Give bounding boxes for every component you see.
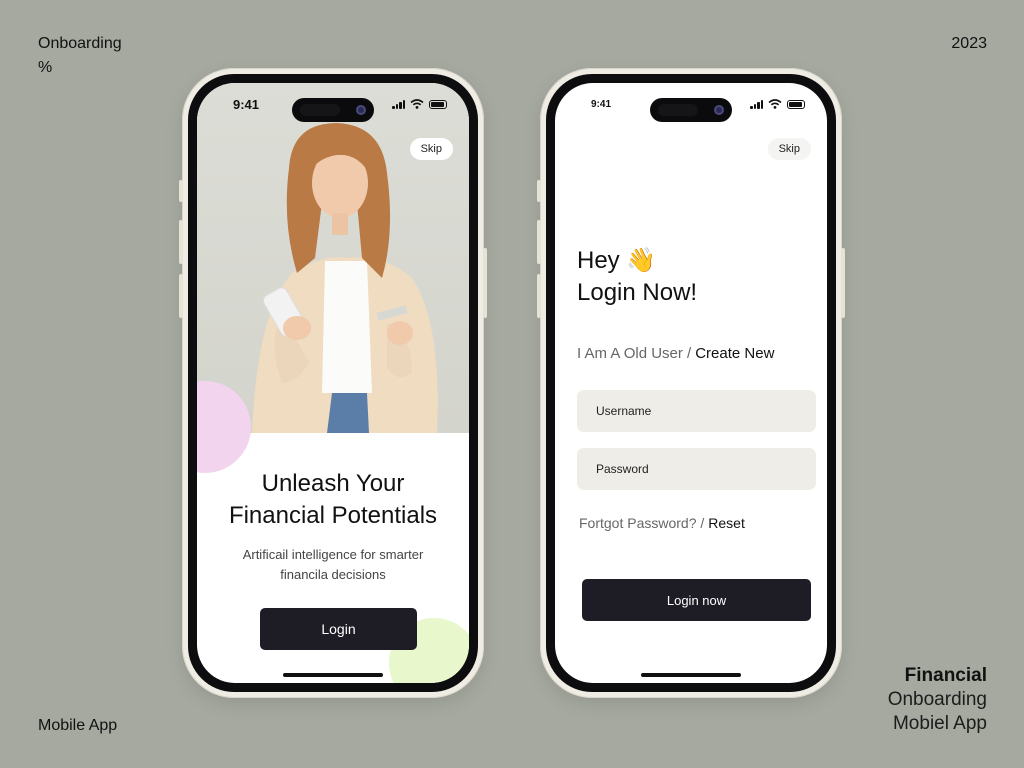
wifi-icon [410, 99, 424, 109]
onboarding-subtitle: Artificail intelligence for smarter fina… [227, 545, 439, 585]
username-input[interactable] [577, 390, 816, 432]
power-button [483, 248, 487, 318]
password-input[interactable] [577, 448, 816, 490]
side-button [179, 180, 183, 202]
phone-onboarding: 9:41 Skip Unleash Your Financial Potenti… [179, 68, 487, 698]
onboarding-label: Onboarding [38, 35, 122, 52]
top-left-label: Onboarding % [38, 32, 122, 80]
battery-icon [429, 99, 447, 109]
headline-line1: Unleash Your [261, 470, 405, 497]
woman-illustration [252, 123, 438, 433]
wifi-icon [768, 99, 782, 109]
phone-bezel: 9:41 Skip Hey 👋 Login Now! I Am A Old Us… [546, 74, 836, 692]
status-bar: 9:41 [555, 97, 827, 122]
headline-line2: Financial Potentials [228, 502, 438, 529]
login-now-button[interactable]: Login now [582, 579, 811, 621]
login-button[interactable]: Login [260, 608, 417, 650]
hero-photo [197, 83, 469, 433]
project-title-line1: Financial [904, 665, 987, 686]
camera-icon [714, 105, 724, 115]
subtitle-line1: Artificail intelligence for smarter [242, 547, 424, 562]
status-icons [392, 99, 447, 109]
forgot-password-text: Fortgot Password? / [579, 515, 705, 531]
battery-icon [787, 99, 805, 109]
login-now-title: Login Now! [577, 279, 698, 306]
side-button [537, 180, 541, 202]
phone-bezel: 9:41 Skip Unleash Your Financial Potenti… [188, 74, 478, 692]
onboarding-headline: Unleash Your Financial Potentials [197, 468, 469, 532]
dynamic-island [292, 98, 374, 122]
project-title-line3: Mobiel App [892, 713, 987, 734]
account-switch: I Am A Old User / Create New [577, 345, 774, 362]
subtitle-line2: financila decisions [280, 567, 386, 582]
onboarding-screen: 9:41 Skip Unleash Your Financial Potenti… [197, 83, 469, 683]
forgot-password-row: Fortgot Password? / Reset [579, 515, 745, 531]
reset-link[interactable]: Reset [708, 515, 745, 531]
volume-down-button [537, 274, 541, 318]
signal-icon [392, 99, 405, 109]
status-bar: 9:41 [197, 97, 469, 122]
home-indicator[interactable] [283, 673, 383, 677]
camera-icon [356, 105, 366, 115]
dynamic-island [650, 98, 732, 122]
login-screen: 9:41 Skip Hey 👋 Login Now! I Am A Old Us… [555, 83, 827, 683]
create-new-link[interactable]: Create New [695, 345, 774, 362]
percent-label: % [38, 59, 53, 76]
project-title-line2: Onboarding [887, 689, 987, 710]
login-heading: Hey 👋 Login Now! [577, 245, 697, 309]
skip-button[interactable]: Skip [409, 138, 453, 160]
project-title: Financial Onboarding Mobiel App [888, 664, 987, 736]
status-time: 9:41 [233, 97, 260, 112]
greeting-text: Hey 👋 [577, 247, 657, 274]
skip-button[interactable]: Skip [767, 138, 811, 160]
home-indicator[interactable] [641, 673, 741, 677]
volume-down-button [179, 274, 183, 318]
signal-icon [750, 99, 763, 109]
year-label: 2023 [951, 35, 987, 52]
mobile-app-label: Mobile App [38, 717, 118, 734]
status-icons [750, 99, 805, 109]
status-time: 9:41 [591, 99, 612, 110]
phone-login: 9:41 Skip Hey 👋 Login Now! I Am A Old Us… [537, 68, 845, 698]
volume-up-button [179, 220, 183, 264]
volume-up-button [537, 220, 541, 264]
old-user-text: I Am A Old User / [577, 345, 692, 362]
power-button [841, 248, 845, 318]
